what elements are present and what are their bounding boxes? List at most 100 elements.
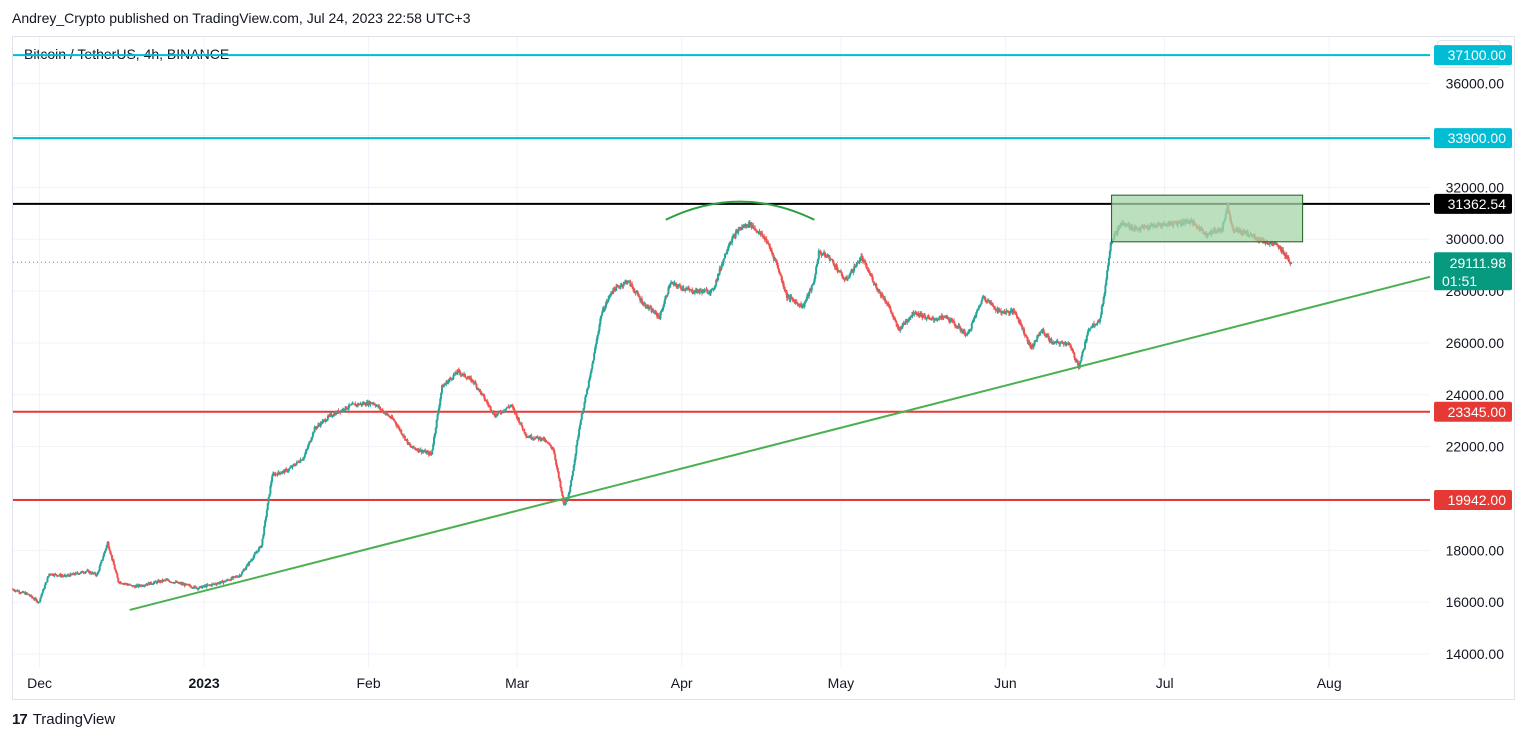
- candle-body: [970, 323, 973, 329]
- support-trendline: [129, 275, 1431, 611]
- candle-body: [1099, 314, 1102, 319]
- candle-body: [267, 497, 270, 504]
- y-tick-label: 22000.00: [1446, 439, 1505, 455]
- candle-body: [1089, 328, 1092, 330]
- y-tick-label: 24000.00: [1446, 387, 1505, 403]
- x-tick-label: Aug: [1317, 675, 1342, 691]
- candle-body: [817, 250, 820, 260]
- x-tick-label: Jul: [1156, 675, 1174, 691]
- candle-body: [549, 444, 552, 447]
- candle-body: [102, 556, 105, 560]
- price-level-tag-label: 31362.54: [1448, 196, 1507, 212]
- y-tick-label: 14000.00: [1446, 646, 1505, 662]
- candle-body: [105, 545, 108, 549]
- candle-body: [400, 430, 403, 434]
- candle-body: [815, 266, 818, 275]
- candle-body: [682, 287, 685, 290]
- candle-body: [557, 471, 560, 478]
- candle-body: [566, 499, 569, 501]
- candle-body: [779, 273, 782, 276]
- brand-name: TradingView: [32, 711, 116, 728]
- horizontal-levels[interactable]: [13, 54, 1430, 501]
- candle-body: [513, 409, 516, 413]
- candle-body: [521, 426, 524, 429]
- candle-body: [1076, 361, 1079, 366]
- candle-body: [593, 353, 596, 361]
- candle-body: [116, 573, 119, 578]
- y-tick-label: 26000.00: [1446, 335, 1505, 351]
- candle-body: [98, 566, 101, 571]
- candle-body: [578, 429, 581, 437]
- candle-body: [892, 314, 895, 317]
- candle-body: [46, 577, 49, 582]
- candle-body: [578, 424, 581, 430]
- y-tick-label: 36000.00: [1446, 76, 1505, 92]
- price-level-tag-label: 37100.00: [1448, 47, 1507, 63]
- price-axis[interactable]: 14000.0016000.0018000.0020000.0022000.00…: [1446, 76, 1505, 662]
- candle-body: [580, 413, 583, 420]
- candle-body: [832, 262, 835, 266]
- candle-body: [889, 307, 892, 311]
- candle-body: [1093, 325, 1096, 327]
- candle-body: [1038, 332, 1041, 336]
- candle-body: [278, 471, 281, 473]
- drawings[interactable]: [129, 194, 1431, 611]
- candle-body: [589, 372, 592, 378]
- candle-body: [679, 286, 682, 289]
- candle-body: [854, 266, 857, 268]
- candle-body: [1100, 306, 1103, 315]
- x-tick-label: Jun: [994, 675, 1017, 691]
- candle-body: [1104, 285, 1107, 294]
- x-tick-label: Apr: [671, 675, 693, 691]
- candle-body: [271, 475, 274, 482]
- candle-body: [569, 486, 572, 492]
- candle-body: [591, 363, 594, 369]
- candle-body: [241, 572, 244, 575]
- candle-body: [992, 304, 995, 307]
- candle-body: [117, 577, 120, 583]
- x-tick-label: 2023: [188, 675, 219, 691]
- candle-body: [559, 481, 562, 488]
- candle-body: [571, 471, 574, 476]
- bar-countdown-label: 01:51: [1442, 273, 1477, 289]
- candle-body: [592, 360, 595, 364]
- y-tick-label: 32000.00: [1446, 179, 1505, 195]
- candle-body: [1107, 258, 1110, 266]
- candle-body: [287, 468, 290, 471]
- price-chart[interactable]: 14000.0016000.0018000.0020000.0022000.00…: [0, 0, 1529, 743]
- tradingview-brand[interactable]: 17 TradingView: [12, 711, 115, 728]
- candle-body: [545, 440, 548, 442]
- last-price-label: 29111.98: [1450, 255, 1507, 271]
- candle-body: [110, 553, 113, 556]
- candle-body: [1290, 262, 1293, 264]
- candle-body: [814, 274, 817, 279]
- candle-body: [570, 480, 573, 487]
- price-level-tag-label: 19942.00: [1448, 492, 1507, 508]
- candle-body: [1099, 318, 1102, 322]
- candle-body: [723, 258, 726, 260]
- candle-body: [261, 538, 264, 546]
- candle-body: [312, 432, 315, 434]
- candle-body: [517, 418, 520, 423]
- candle-body: [536, 436, 539, 438]
- x-tick-label: Feb: [357, 675, 381, 691]
- candle-body: [585, 394, 588, 397]
- candle-body: [846, 278, 849, 280]
- candle-body: [871, 277, 874, 282]
- price-level-tag-label: 23345.00: [1448, 404, 1507, 420]
- candle-body: [810, 285, 813, 291]
- candle-body: [600, 315, 603, 319]
- x-tick-label: May: [828, 675, 854, 691]
- candle-body: [436, 414, 439, 420]
- y-tick-label: 18000.00: [1446, 542, 1505, 558]
- candle-body: [644, 303, 647, 308]
- candle-body: [761, 233, 764, 237]
- candle-body: [554, 454, 557, 460]
- time-axis[interactable]: Dec 2023 Feb Mar Apr May Jun Jul Aug: [27, 675, 1342, 691]
- consolidation-box: [1111, 194, 1304, 243]
- candle-body: [265, 510, 268, 517]
- candle-body: [594, 344, 597, 349]
- candle-body: [434, 427, 437, 434]
- grid-lines: [13, 37, 1430, 667]
- candle-body: [490, 410, 493, 412]
